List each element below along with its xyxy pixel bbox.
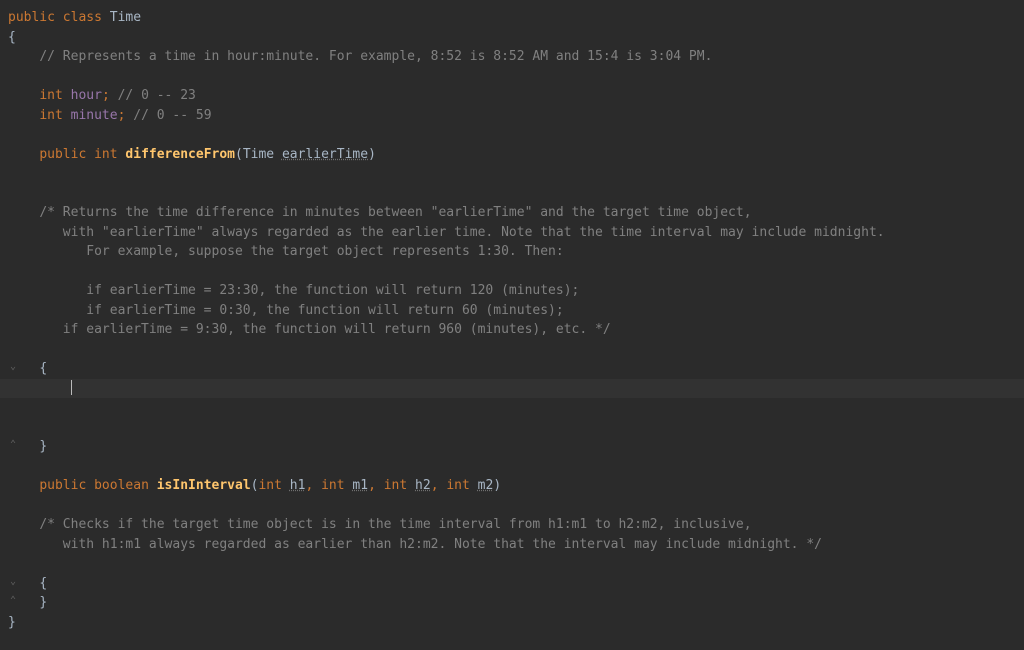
comment: // Represents a time in hour:minute. For… [39, 49, 712, 64]
brace-close: } [39, 595, 47, 610]
code-line: ⌃ } [0, 593, 1024, 613]
keyword-int: int [39, 88, 62, 103]
code-line: /* Checks if the target time object is i… [0, 515, 1024, 535]
code-line: public int differenceFrom(Time earlierTi… [0, 145, 1024, 165]
param-earlierTime: earlierTime [282, 147, 368, 162]
code-line: ⌄ { [0, 359, 1024, 379]
code-line [0, 67, 1024, 87]
param-m1: m1 [352, 478, 368, 493]
comma: , [305, 478, 313, 493]
code-line: public class Time [0, 8, 1024, 28]
comment: // 0 -- 23 [110, 88, 196, 103]
fold-icon[interactable]: ⌄ [10, 574, 16, 589]
keyword-int: int [321, 478, 344, 493]
keyword-int: int [39, 108, 62, 123]
keyword-class: class [63, 10, 102, 25]
class-name: Time [110, 10, 141, 25]
code-line [0, 262, 1024, 282]
comment: /* Returns the time difference in minute… [39, 205, 751, 220]
keyword-public: public [39, 478, 86, 493]
code-line: // Represents a time in hour:minute. For… [0, 47, 1024, 67]
method-differenceFrom: differenceFrom [125, 147, 235, 162]
comment: if earlierTime = 23:30, the function wil… [39, 283, 579, 298]
paren-open: ( [235, 147, 243, 162]
brace-close: } [39, 439, 47, 454]
brace-close: } [8, 615, 16, 630]
keyword-int: int [384, 478, 407, 493]
code-line [0, 340, 1024, 360]
semicolon: ; [102, 88, 110, 103]
code-line [0, 457, 1024, 477]
fold-end-icon[interactable]: ⌃ [10, 593, 16, 608]
keyword-public: public [8, 10, 55, 25]
code-line: public boolean isInInterval(int h1, int … [0, 476, 1024, 496]
code-line [0, 496, 1024, 516]
code-line [0, 398, 1024, 418]
code-line-current [0, 379, 1024, 399]
param-m2: m2 [478, 478, 494, 493]
code-line: int minute; // 0 -- 59 [0, 106, 1024, 126]
comment: /* Checks if the target time object is i… [39, 517, 751, 532]
comment: if earlierTime = 9:30, the function will… [39, 322, 610, 337]
code-line: ⌃ } [0, 437, 1024, 457]
comment: with "earlierTime" always regarded as th… [39, 225, 884, 240]
keyword-int: int [258, 478, 281, 493]
keyword-public: public [39, 147, 86, 162]
text-cursor [71, 380, 72, 395]
comma: , [431, 478, 439, 493]
paren-close: ) [493, 478, 501, 493]
fold-end-icon[interactable]: ⌃ [10, 437, 16, 452]
code-line: /* Returns the time difference in minute… [0, 203, 1024, 223]
code-line: ⌄ { [0, 574, 1024, 594]
code-line [0, 164, 1024, 184]
code-line [0, 418, 1024, 438]
code-line: if earlierTime = 23:30, the function wil… [0, 281, 1024, 301]
keyword-int: int [446, 478, 469, 493]
code-line: int hour; // 0 -- 23 [0, 86, 1024, 106]
keyword-boolean: boolean [94, 478, 149, 493]
brace-open: { [8, 30, 16, 45]
code-line: { [0, 28, 1024, 48]
comment: if earlierTime = 0:30, the function will… [39, 303, 563, 318]
code-line: with "earlierTime" always regarded as th… [0, 223, 1024, 243]
field-minute: minute [71, 108, 118, 123]
comment: with h1:m1 always regarded as earlier th… [39, 537, 822, 552]
code-line [0, 554, 1024, 574]
comment: For example, suppose the target object r… [39, 244, 563, 259]
code-line: if earlierTime = 9:30, the function will… [0, 320, 1024, 340]
code-line: For example, suppose the target object r… [0, 242, 1024, 262]
brace-open: { [39, 361, 47, 376]
comma: , [368, 478, 376, 493]
param-type: Time [243, 147, 274, 162]
brace-open: { [39, 576, 47, 591]
keyword-int: int [94, 147, 117, 162]
param-h1: h1 [290, 478, 306, 493]
field-hour: hour [71, 88, 102, 103]
method-isInInterval: isInInterval [157, 478, 251, 493]
code-line: with h1:m1 always regarded as earlier th… [0, 535, 1024, 555]
code-line [0, 125, 1024, 145]
paren-close: ) [368, 147, 376, 162]
code-editor[interactable]: public class Time { // Represents a time… [0, 8, 1024, 632]
param-h2: h2 [415, 478, 431, 493]
code-line: } [0, 613, 1024, 633]
code-line: if earlierTime = 0:30, the function will… [0, 301, 1024, 321]
comment: // 0 -- 59 [125, 108, 211, 123]
fold-icon[interactable]: ⌄ [10, 359, 16, 374]
code-line [0, 184, 1024, 204]
